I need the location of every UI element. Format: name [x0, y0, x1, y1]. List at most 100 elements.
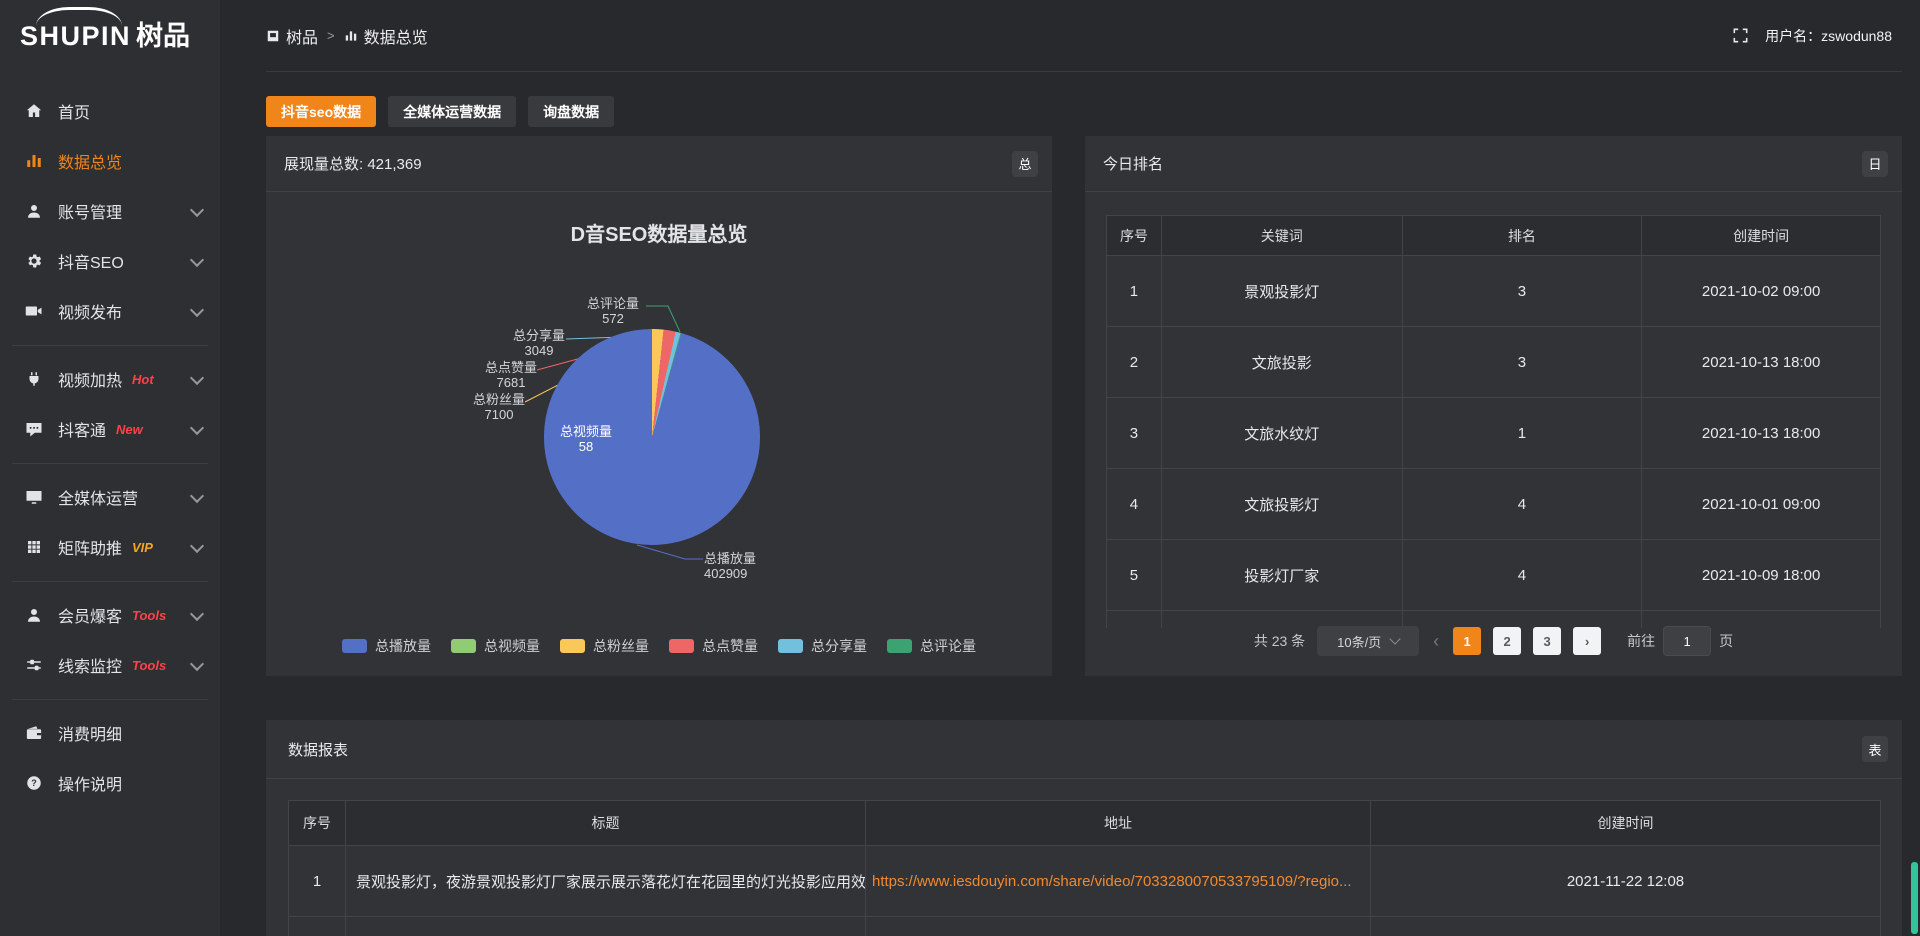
bar-chart-icon — [24, 151, 44, 171]
breadcrumb: 树品 > 数据总览 — [266, 24, 428, 48]
tab-douyin-seo-data[interactable]: 抖音seo数据 — [266, 96, 376, 127]
sidebar-item-label: 矩阵助推 — [58, 535, 122, 559]
sidebar-divider — [0, 572, 220, 590]
pagination-total: 共 23 条 — [1254, 631, 1305, 651]
logo-arc — [36, 7, 122, 26]
sidebar-item-label: 首页 — [58, 99, 90, 123]
breadcrumb-item-shupin[interactable]: 树品 — [266, 24, 318, 48]
app-icon — [266, 29, 280, 43]
breadcrumb-separator: > — [327, 28, 335, 43]
sidebar-item-matrix-boost[interactable]: 矩阵助推 VIP — [0, 522, 220, 572]
legend-swatch — [342, 639, 367, 653]
sidebar-item-label: 数据总览 — [58, 149, 122, 173]
user-menu[interactable]: 用户名：zswodun88 — [1765, 26, 1892, 46]
goto-unit: 页 — [1719, 631, 1733, 651]
grid-icon — [24, 537, 44, 557]
goto-page-input[interactable] — [1663, 626, 1711, 656]
chart-legend: 总播放量 总视频量 总粉丝量 总点赞量 总分享量 总评论量 — [266, 636, 1052, 656]
ranking-panel: 今日排名 日 序号 关键词 排名 创建时间 1 景观投影灯 3 2021-10-… — [1085, 136, 1902, 676]
sidebar-item-label: 抖客通 — [58, 417, 106, 441]
scrollbar-thumb[interactable] — [1911, 862, 1918, 934]
next-page-button[interactable]: › — [1573, 627, 1601, 655]
fullscreen-icon[interactable] — [1732, 27, 1749, 44]
legend-item-plays[interactable]: 总播放量 — [342, 636, 431, 656]
page-button-3[interactable]: 3 — [1533, 627, 1561, 655]
goto-page: 前往 页 — [1627, 626, 1733, 656]
legend-swatch — [887, 639, 912, 653]
total-badge-button[interactable]: 总 — [1012, 151, 1038, 177]
legend-item-fans[interactable]: 总粉丝量 — [560, 636, 649, 656]
chevron-down-icon — [190, 203, 204, 217]
chevron-down-icon — [190, 607, 204, 621]
sidebar-item-video-heat[interactable]: 视频加热 Hot — [0, 354, 220, 404]
sidebar-item-data-overview[interactable]: 数据总览 — [0, 136, 220, 186]
monitor-icon — [24, 487, 44, 507]
sidebar-item-media-operation[interactable]: 全媒体运营 — [0, 472, 220, 522]
sidebar-item-label: 全媒体运营 — [58, 485, 138, 509]
report-table-row-partial — [289, 917, 1881, 936]
data-tabs: 抖音seo数据 全媒体运营数据 询盘数据 — [266, 96, 614, 127]
col-header-created: 创建时间 — [1642, 216, 1881, 256]
report-panel: 数据报表 表 序号 标题 地址 创建时间 1 景观投影灯，夜游景观投影灯厂家展示… — [266, 720, 1902, 936]
ranking-table-row: 1 景观投影灯 3 2021-10-02 09:00 — [1107, 256, 1881, 327]
plug-icon — [24, 369, 44, 389]
tab-media-operation-data[interactable]: 全媒体运营数据 — [388, 96, 516, 127]
sidebar-item-spending-detail[interactable]: 消费明细 — [0, 708, 220, 758]
sidebar-item-member-growth[interactable]: 会员爆客 Tools — [0, 590, 220, 640]
page-button-1[interactable]: 1 — [1453, 627, 1481, 655]
report-url-cell: https://www.iesdouyin.com/share/video/70… — [866, 846, 1371, 917]
prev-page-button[interactable]: ‹ — [1431, 631, 1441, 652]
legend-item-likes[interactable]: 总点赞量 — [669, 636, 758, 656]
sidebar-item-account[interactable]: 账号管理 — [0, 186, 220, 236]
overview-panel: 展现量总数: 421,369 总 D音SEO数据量总览 总评论量 572 总分享… — [266, 136, 1052, 676]
pie-label-plays: 总播放量 402909 — [704, 551, 756, 581]
table-badge-button[interactable]: 表 — [1862, 736, 1888, 762]
sidebar-item-label: 操作说明 — [58, 771, 122, 795]
tools-badge: Tools — [132, 608, 166, 623]
user-icon — [24, 201, 44, 221]
legend-item-shares[interactable]: 总分享量 — [778, 636, 867, 656]
report-video-link[interactable]: https://www.iesdouyin.com/share/video/70… — [872, 873, 1352, 890]
legend-item-videos[interactable]: 总视频量 — [451, 636, 540, 656]
question-icon: ? — [24, 773, 44, 793]
chevron-down-icon — [190, 253, 204, 267]
chevron-down-icon — [190, 371, 204, 385]
sidebar-item-video-publish[interactable]: 视频发布 — [0, 286, 220, 336]
sidebar-item-douyin-seo[interactable]: 抖音SEO — [0, 236, 220, 286]
chevron-down-icon — [1390, 633, 1401, 644]
legend-item-comments[interactable]: 总评论量 — [887, 636, 976, 656]
video-icon — [24, 301, 44, 321]
hot-badge: Hot — [132, 372, 154, 387]
page-button-2[interactable]: 2 — [1493, 627, 1521, 655]
sidebar-item-lead-monitor[interactable]: 线索监控 Tools — [0, 640, 220, 690]
ranking-table-header-row: 序号 关键词 排名 创建时间 — [1107, 216, 1881, 256]
pie-label-shares: 总分享量 3049 — [479, 328, 599, 358]
sidebar-item-home[interactable]: 首页 — [0, 86, 220, 136]
app-root: SHUPIN树品 首页 数据总览 账号管理 抖音SEO — [0, 0, 1920, 936]
col-header-keyword: 关键词 — [1161, 216, 1402, 256]
tab-inquiry-data[interactable]: 询盘数据 — [528, 96, 614, 127]
chevron-down-icon — [190, 539, 204, 553]
overview-total-label: 展现量总数: 421,369 — [284, 153, 422, 174]
report-title-cell: 景观投影灯，夜游景观投影灯厂家展示展示落花灯在花园里的灯光投影应用效果 # — [346, 846, 866, 917]
col-header-rank: 排名 — [1402, 216, 1642, 256]
ranking-table-row: 3 文旅水纹灯 1 2021-10-13 18:00 — [1107, 398, 1881, 469]
page-size-select[interactable]: 10条/页 — [1317, 626, 1419, 656]
pagination: 共 23 条 10条/页 ‹ 1 2 3 › 前往 页 — [1085, 626, 1902, 656]
day-badge-button[interactable]: 日 — [1862, 151, 1888, 177]
col-header-created: 创建时间 — [1371, 801, 1881, 846]
sidebar-item-help[interactable]: ? 操作说明 — [0, 758, 220, 808]
col-header-url: 地址 — [866, 801, 1371, 846]
legend-swatch — [669, 639, 694, 653]
sidebar-divider — [0, 336, 220, 354]
breadcrumb-item-data-overview[interactable]: 数据总览 — [344, 24, 428, 48]
logo[interactable]: SHUPIN树品 — [0, 0, 220, 78]
pie-label-videos: 总视频量 58 — [526, 424, 646, 454]
pie-label-comments: 总评论量 572 — [553, 296, 673, 326]
sidebar-item-doketong[interactable]: 抖客通 New — [0, 404, 220, 454]
sidebar-item-label: 抖音SEO — [58, 249, 124, 273]
ranking-table-row: 2 文旅投影 3 2021-10-13 18:00 — [1107, 327, 1881, 398]
col-header-no: 序号 — [1107, 216, 1162, 256]
chevron-down-icon — [190, 657, 204, 671]
legend-swatch — [451, 639, 476, 653]
